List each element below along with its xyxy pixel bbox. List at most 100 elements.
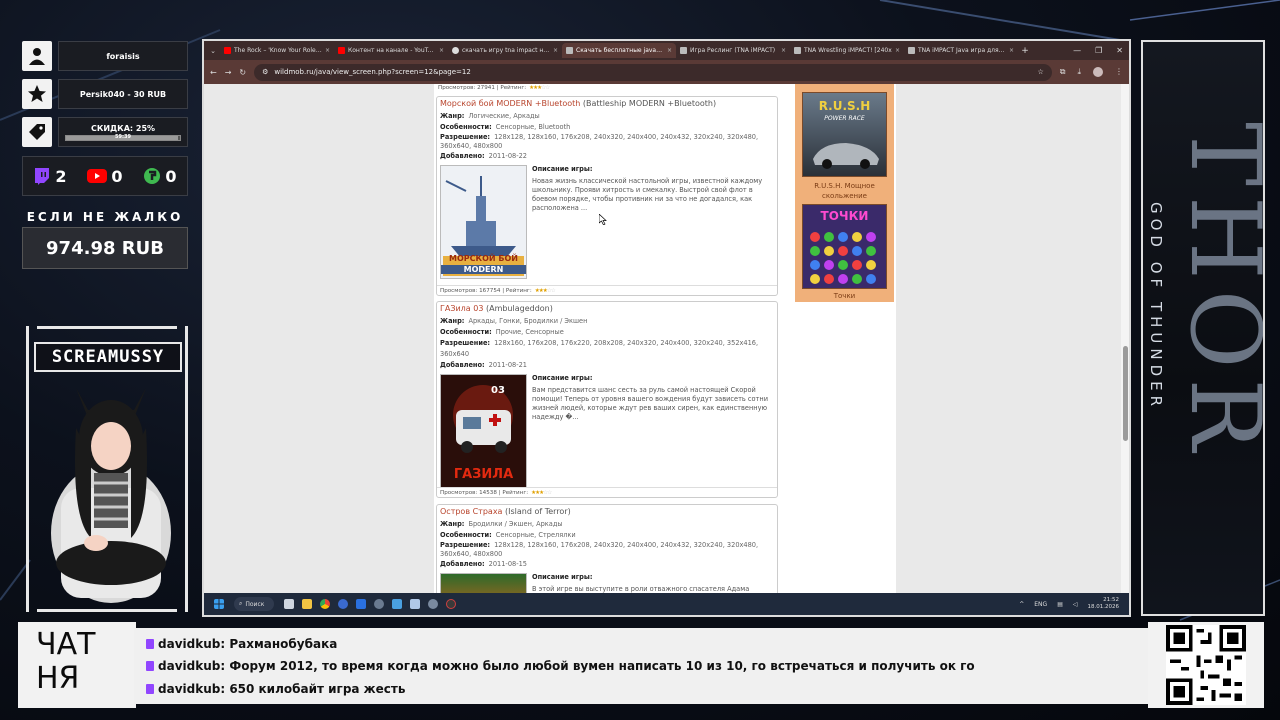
- other-platform-icon: [144, 168, 161, 184]
- twitch-badge-icon: [146, 639, 154, 649]
- browser-tab-3[interactable]: скачать игру tna impact на ja ×: [448, 43, 562, 58]
- discount-box: СКИДКА: 25% 59:39: [58, 117, 188, 147]
- tray-expand-icon[interactable]: ^: [1019, 601, 1024, 608]
- vtuber-avatar: [51, 388, 171, 603]
- game-footer: Просмотров: 14538 | Рейтинг: ★★★☆☆: [437, 487, 777, 497]
- download-icon[interactable]: ⤓: [1077, 67, 1081, 77]
- tab-close-icon[interactable]: ×: [781, 47, 786, 54]
- added-value: 2011-08-22: [488, 152, 527, 160]
- scrollbar-thumb[interactable]: [1123, 346, 1128, 441]
- tab-title: Игра Реслинг (TNA iMPACT): [690, 47, 776, 54]
- chat-label: ЧАТ НЯ: [18, 622, 136, 708]
- thor-title: THOR: [1169, 122, 1265, 461]
- windows-start-icon[interactable]: [214, 599, 224, 609]
- site-info-icon[interactable]: ⚙: [262, 68, 268, 76]
- task-view-icon[interactable]: [284, 599, 294, 609]
- chat-text: Форум 2012, то время когда можно было лю…: [229, 659, 975, 673]
- game-title-ru: Остров Страха: [440, 507, 503, 516]
- race-car-art: [813, 143, 879, 169]
- tab-close-icon[interactable]: ×: [1009, 47, 1014, 54]
- rush-cover: R.U.S.H POWER RACE: [802, 92, 887, 177]
- tochki-cover: ТОЧКИ: [802, 204, 887, 289]
- obs-icon[interactable]: [446, 599, 456, 609]
- browser-tab-6[interactable]: TNA Wrestling iMPACT! [240x ×: [790, 43, 904, 58]
- browser-tab-2[interactable]: Контент на канале - YouTube ×: [334, 43, 448, 58]
- game-title[interactable]: Остров Страха (Island of Terror): [440, 507, 774, 516]
- window-controls: — ❐ ✕: [1073, 46, 1129, 55]
- youtube-favicon-icon: [338, 47, 345, 54]
- windows-taskbar: ⌕ Поиск ^ ENG ▤ ◁ 21:52 18.01.2026: [204, 593, 1129, 615]
- settings-icon[interactable]: [428, 599, 438, 609]
- network-icon[interactable]: ▤: [1057, 601, 1063, 608]
- chat-text: 650 килобайт игра жесть: [229, 682, 406, 696]
- discount-row: СКИДКА: 25% 59:39: [22, 116, 188, 148]
- tab-close-icon[interactable]: ×: [439, 47, 444, 54]
- sidebar-game-tochki[interactable]: ТОЧКИ Точки: [802, 204, 887, 300]
- forward-icon[interactable]: →: [225, 68, 232, 77]
- game-description: Описание игры: Вам представится шанс сес…: [532, 374, 774, 488]
- prev-views: Просмотров: 27941 | Рейтинг:: [438, 85, 527, 91]
- browser-tab-5[interactable]: Игра Реслинг (TNA iMPACT) ×: [676, 43, 790, 58]
- profile-avatar-icon[interactable]: [1093, 67, 1103, 77]
- browser-tab-1[interactable]: The Rock – 'Know Your Role' 'I' ×: [220, 43, 334, 58]
- tab-close-icon[interactable]: ×: [895, 47, 900, 54]
- game-screenshot[interactable]: [440, 573, 527, 593]
- chat-username: davidkub:: [158, 682, 226, 696]
- game-title[interactable]: Морской бой MODERN +Bluetooth (Battleshi…: [440, 99, 774, 108]
- game-screenshot[interactable]: МОРСКОЙ БОЙ MODERN: [440, 165, 527, 279]
- user-icon: [22, 41, 52, 71]
- extensions-icon[interactable]: ⧉: [1060, 67, 1066, 77]
- bookmark-star-icon[interactable]: ☆: [1037, 68, 1043, 76]
- taskbar-clock[interactable]: 21:52 18.01.2026: [1088, 597, 1120, 611]
- game-title-ru: Морской бой MODERN +Bluetooth: [440, 99, 581, 108]
- res-label: Разрешение:: [440, 339, 491, 347]
- app-icon-star[interactable]: [338, 599, 348, 609]
- tab-close-icon[interactable]: ×: [553, 47, 558, 54]
- thor-subtitle: GOD OF THUNDER: [1147, 202, 1165, 412]
- game-genre: Жанр: Аркады, Гонки, Бродилки / Экшен: [440, 316, 774, 327]
- file-explorer-icon[interactable]: [302, 599, 312, 609]
- game-screenshot[interactable]: 03 ГАЗИЛА: [440, 374, 527, 488]
- chrome-icon[interactable]: [320, 599, 330, 609]
- tab-close-icon[interactable]: ×: [667, 47, 672, 54]
- tab-title: TNA iMPACT Java игра для мо: [918, 47, 1006, 54]
- tab-title: TNA Wrestling iMPACT! [240x: [804, 47, 892, 54]
- game-title[interactable]: ГАЗила 03 (Ambulageddon): [440, 304, 774, 313]
- tab-search-icon[interactable]: ⌄: [206, 47, 220, 55]
- sidebar-game-rush[interactable]: R.U.S.H POWER RACE R.U.S.H. Мощное сколь…: [802, 92, 887, 201]
- back-icon[interactable]: ←: [210, 68, 217, 77]
- game-body: 03 ГАЗИЛА Описание игры: Вам представитс…: [440, 374, 774, 488]
- address-bar[interactable]: ⚙ wildmob.ru/java/view_screen.php?screen…: [254, 63, 1052, 81]
- chat-message: davidkub: Форум 2012, то время когда мож…: [146, 659, 975, 673]
- discount-timer: 59:39: [115, 133, 131, 140]
- volume-icon[interactable]: ◁: [1073, 601, 1078, 608]
- maximize-icon[interactable]: ❐: [1095, 46, 1102, 55]
- latest-follower-name: foraisis: [106, 51, 140, 61]
- tab-close-icon[interactable]: ×: [325, 47, 330, 54]
- site-favicon-icon: [908, 47, 915, 54]
- browser-tab-7[interactable]: TNA iMPACT Java игра для мо ×: [904, 43, 1018, 58]
- taskbar-search[interactable]: ⌕ Поиск: [234, 597, 274, 611]
- star-icon: [22, 79, 52, 109]
- stats-app-icon[interactable]: [356, 599, 366, 609]
- game-art-title: МОРСКОЙ БОЙ: [449, 254, 518, 263]
- chat-username: davidkub:: [158, 637, 226, 651]
- notes-app-icon[interactable]: [392, 599, 402, 609]
- views-rating: Просмотров: 167754 | Рейтинг:: [440, 287, 532, 294]
- menu-dots-icon[interactable]: ⋮: [1115, 67, 1123, 77]
- language-indicator[interactable]: ENG: [1034, 601, 1047, 608]
- window-app-icon[interactable]: [410, 599, 420, 609]
- added-label: Добавлено:: [440, 152, 485, 160]
- page-scrollbar[interactable]: [1121, 84, 1129, 593]
- steam-icon[interactable]: [374, 599, 384, 609]
- close-window-icon[interactable]: ✕: [1116, 46, 1123, 55]
- toolbar-icons: ⧉ ⤓ ⋮: [1060, 67, 1123, 77]
- new-tab-button[interactable]: +: [1018, 46, 1032, 56]
- reload-icon[interactable]: ↻: [239, 68, 246, 77]
- game-added: Добавлено: 2011-08-22: [440, 151, 774, 162]
- added-value: 2011-08-15: [488, 560, 527, 568]
- minimize-icon[interactable]: —: [1073, 46, 1081, 55]
- twitch-icon: [35, 168, 50, 185]
- browser-tab-4-active[interactable]: Скачать бесплатные java игра ×: [562, 43, 676, 58]
- url-text: wildmob.ru/java/view_screen.php?screen=1…: [274, 68, 471, 76]
